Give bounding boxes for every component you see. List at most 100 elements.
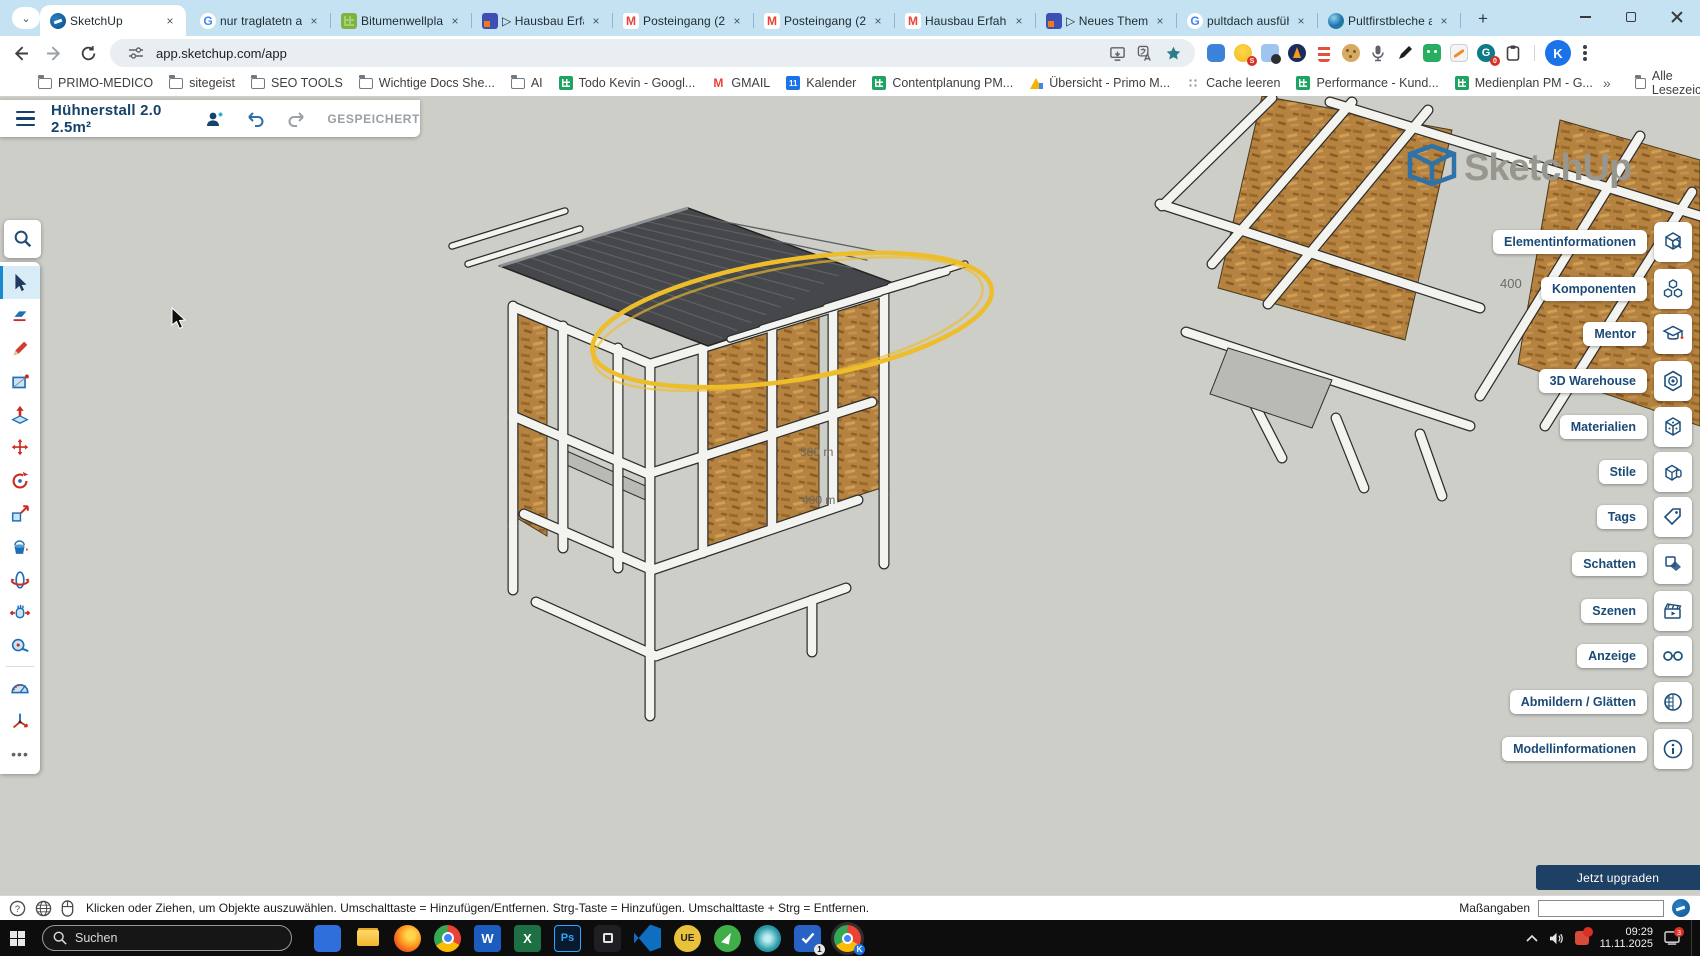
tab-close-icon[interactable]: × xyxy=(447,13,463,29)
tape-measure-tool-button[interactable] xyxy=(0,629,40,662)
install-app-icon[interactable] xyxy=(1105,41,1129,65)
tags-button[interactable] xyxy=(1654,497,1692,537)
bookmark-item[interactable]: Wichtige Docs She... xyxy=(359,76,495,90)
bookmark-item[interactable]: 11Kalender xyxy=(786,76,856,90)
warehouse-button[interactable] xyxy=(1654,361,1692,401)
window-minimize-button[interactable] xyxy=(1562,0,1608,34)
back-button[interactable] xyxy=(6,39,34,67)
bookmark-item[interactable]: sitegeist xyxy=(169,76,235,90)
word-icon[interactable]: W xyxy=(474,925,501,952)
push-pull-tool-button[interactable] xyxy=(0,398,40,431)
tab-close-icon[interactable]: × xyxy=(1011,13,1027,29)
vscode-icon[interactable] xyxy=(634,925,661,952)
tab-1[interactable]: G nur traglatetn als × xyxy=(190,5,330,36)
window-close-button[interactable] xyxy=(1654,0,1700,34)
shadows-button[interactable] xyxy=(1654,544,1692,584)
todo-icon[interactable]: 1 xyxy=(794,925,821,952)
tab-close-icon[interactable]: × xyxy=(1152,13,1168,29)
all-bookmarks-button[interactable]: Alle Lesezeichen xyxy=(1635,69,1700,97)
chrome-icon[interactable] xyxy=(434,925,461,952)
axes-tool-button[interactable] xyxy=(0,704,40,737)
pen-ext-icon[interactable] xyxy=(1396,44,1414,62)
orbit-tool-button[interactable] xyxy=(0,563,40,596)
cookie-ext-icon[interactable] xyxy=(1342,44,1360,62)
display-button[interactable] xyxy=(1654,636,1692,676)
tab-5[interactable]: M Posteingang (2.66 × xyxy=(754,5,894,36)
tab-close-icon[interactable]: × xyxy=(729,13,745,29)
eraser-tool-button[interactable] xyxy=(0,299,40,332)
bookmark-item[interactable]: Todo Kevin - Googl... xyxy=(559,76,696,90)
language-globe-icon[interactable] xyxy=(35,900,52,917)
photoshop-icon[interactable]: Ps xyxy=(554,925,581,952)
scenes-button[interactable] xyxy=(1654,591,1692,631)
excel-icon[interactable]: X xyxy=(514,925,541,952)
lighthouse-ext-icon[interactable] xyxy=(1318,44,1330,62)
url-field[interactable]: app.sketchup.com/app xyxy=(110,39,1195,67)
tab-close-icon[interactable]: × xyxy=(162,13,178,29)
g-counter-ext-icon[interactable]: G0 xyxy=(1477,44,1495,62)
more-tools-button[interactable]: ••• xyxy=(0,737,40,770)
bookmark-item[interactable]: Contentplanung PM... xyxy=(872,76,1013,90)
profile-avatar[interactable]: K xyxy=(1545,40,1571,66)
notifications-icon[interactable]: 3 xyxy=(1664,931,1680,945)
move-tool-button[interactable] xyxy=(0,431,40,464)
explorer-icon[interactable] xyxy=(354,925,381,952)
mic-ext-icon[interactable] xyxy=(1369,44,1387,62)
ue-icon[interactable]: UE xyxy=(674,925,701,952)
help-icon[interactable]: ? xyxy=(9,900,26,917)
paint-tool-button[interactable] xyxy=(0,530,40,563)
tab-search-button[interactable]: ⌄ xyxy=(12,7,40,29)
tray-app-icon[interactable] xyxy=(1575,931,1589,945)
bookmark-item[interactable]: Performance - Kund... xyxy=(1296,76,1438,90)
blue-app-icon[interactable] xyxy=(314,925,341,952)
rectangle-tool-button[interactable] xyxy=(0,365,40,398)
start-button[interactable] xyxy=(0,920,34,956)
tab-close-icon[interactable]: × xyxy=(588,13,604,29)
pan-tool-button[interactable] xyxy=(0,596,40,629)
overlay-ext-icon[interactable] xyxy=(1261,44,1279,62)
bookmark-item[interactable]: Übersicht - Primo M... xyxy=(1029,76,1170,90)
firefox-icon[interactable] xyxy=(394,925,421,952)
tray-expand-icon[interactable] xyxy=(1526,934,1538,942)
dark-app-icon[interactable] xyxy=(594,925,621,952)
mentor-button[interactable] xyxy=(1654,314,1692,354)
mouse-hints-icon[interactable] xyxy=(61,900,74,917)
forward-button[interactable] xyxy=(40,39,68,67)
tab-9[interactable]: Pultfirstbleche als × xyxy=(1318,5,1460,36)
reload-button[interactable] xyxy=(74,39,102,67)
measurements-input[interactable] xyxy=(1538,900,1664,917)
translate-icon[interactable] xyxy=(1133,41,1157,65)
clock[interactable]: 09:29 11.11.2025 xyxy=(1600,926,1653,951)
upgrade-button[interactable]: Jetzt upgraden xyxy=(1536,865,1700,890)
phone-ext-icon[interactable] xyxy=(1207,44,1225,62)
redo-icon[interactable] xyxy=(286,110,307,127)
clipboard-ext-icon[interactable] xyxy=(1504,44,1522,62)
bookmark-item[interactable]: MGMAIL xyxy=(711,76,770,90)
notes-ext-icon[interactable] xyxy=(1450,44,1468,62)
taskbar-search[interactable]: Suchen xyxy=(42,925,292,951)
tab-close-icon[interactable]: × xyxy=(306,13,322,29)
bookmark-item[interactable]: PRIMO-MEDICO xyxy=(38,76,153,90)
bookmark-item[interactable]: AI xyxy=(511,76,543,90)
tab-close-icon[interactable]: × xyxy=(1293,13,1309,29)
model-canvas[interactable]: 400 SketchUp xyxy=(0,96,1700,920)
rotate-tool-button[interactable] xyxy=(0,464,40,497)
tab-2[interactable]: Bitumenwellplatte × xyxy=(331,5,471,36)
soften-button[interactable] xyxy=(1654,682,1692,722)
show-desktop-strip[interactable] xyxy=(1691,920,1696,956)
chrome-profile-icon[interactable]: K xyxy=(834,925,861,952)
bookmark-star-icon[interactable] xyxy=(1161,41,1185,65)
model-info-button[interactable] xyxy=(1654,729,1692,769)
tab-3[interactable]: ▷ Hausbau Erfahr × xyxy=(472,5,612,36)
element-info-button[interactable] xyxy=(1654,222,1692,262)
tab-close-icon[interactable]: × xyxy=(870,13,886,29)
select-tool-button[interactable] xyxy=(0,266,40,299)
localwp-icon[interactable] xyxy=(714,925,741,952)
tab-sketchup[interactable]: SketchUp × xyxy=(40,5,186,36)
lightbulb-ext-icon[interactable]: S xyxy=(1234,44,1252,62)
protractor-tool-button[interactable] xyxy=(0,671,40,704)
components-button[interactable] xyxy=(1654,269,1692,309)
bookmarks-overflow-button[interactable]: » xyxy=(1603,75,1611,91)
tab-close-icon[interactable]: × xyxy=(1436,13,1452,29)
flame-ext-icon[interactable] xyxy=(1288,44,1306,62)
